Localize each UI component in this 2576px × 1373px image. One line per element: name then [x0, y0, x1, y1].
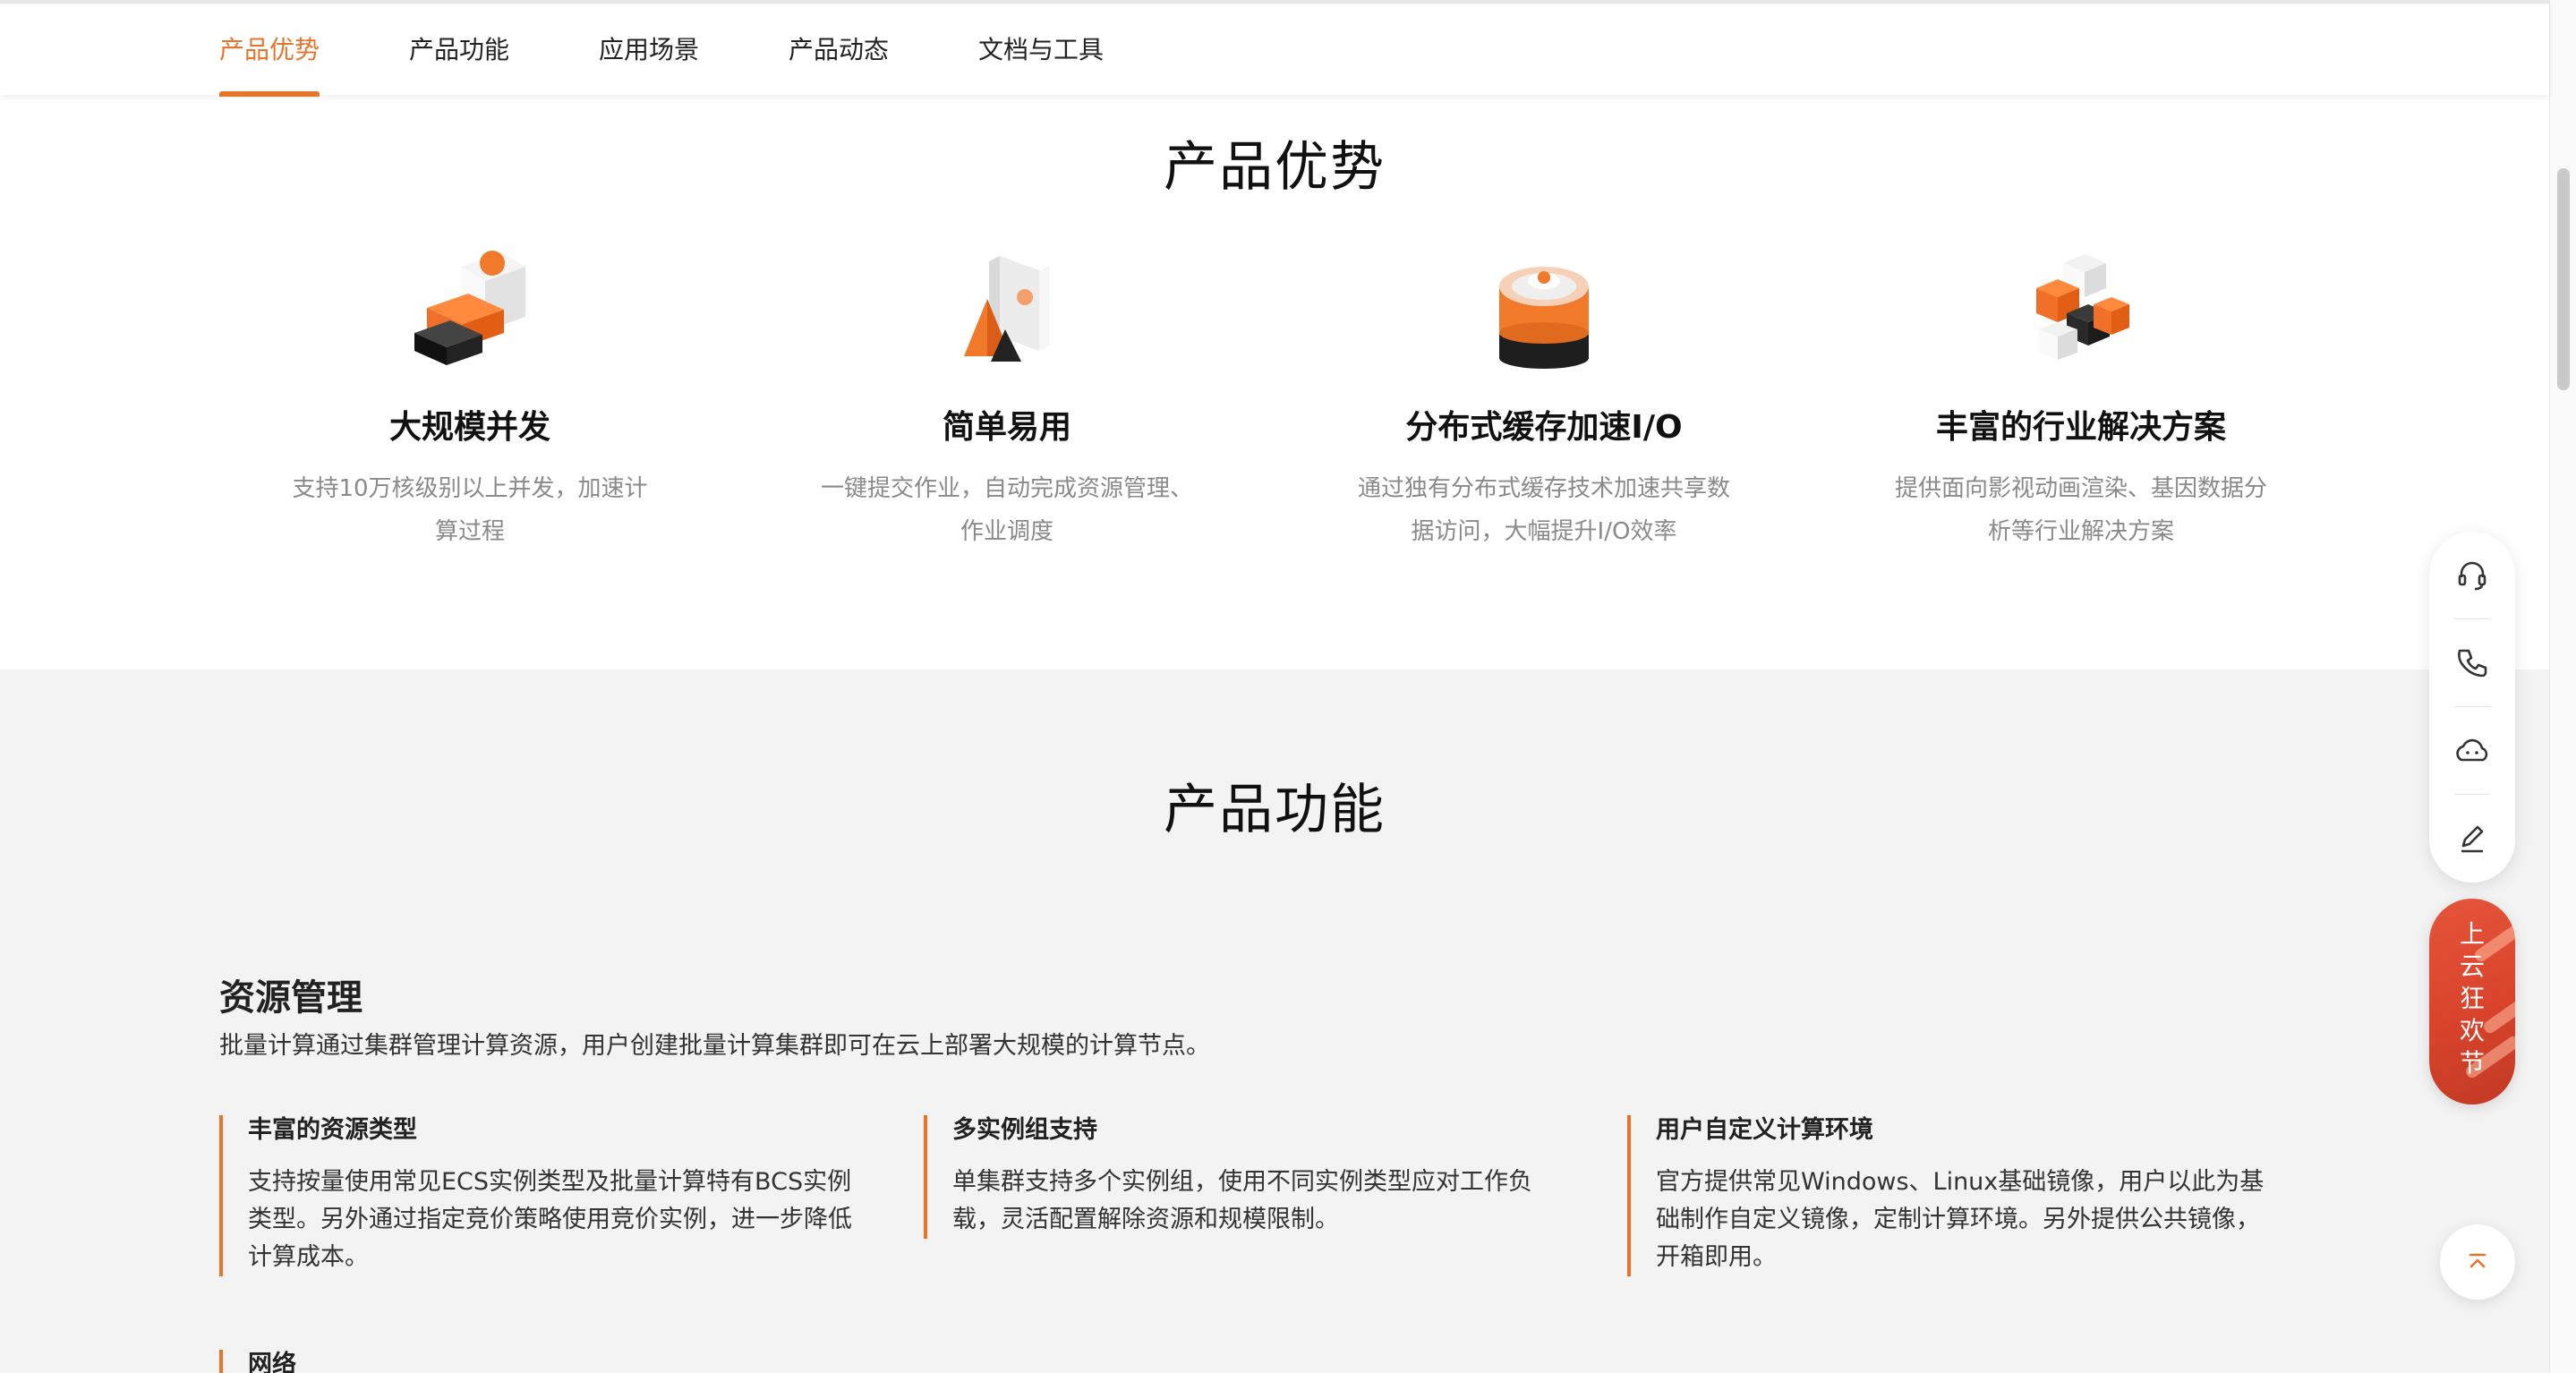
- feature-title: 用户自定义计算环境: [1656, 1116, 1873, 1144]
- tab-product-functions[interactable]: 产品功能: [409, 4, 509, 95]
- advantages-title: 产品优势: [1164, 136, 1386, 199]
- cubes-cluster-icon: [2036, 254, 2129, 360]
- advantage-card: 分布式缓存加速I/O 通过独有分布式缓存技术加速共享数据访问，大幅提升I/O效率: [1334, 247, 1754, 553]
- headset-icon: [2458, 561, 2486, 591]
- tab-product-news[interactable]: 产品动态: [789, 4, 889, 95]
- advantage-card: 丰富的行业解决方案 提供面向影视动画渲染、基因数据分析等行业解决方案: [1871, 247, 2291, 553]
- functions-section: 产品功能 资源管理 批量计算通过集群管理计算资源，用户创建批量计算集群即可在云上…: [0, 669, 2549, 1373]
- phone-button[interactable]: [2429, 619, 2515, 707]
- feature-card: 多实例组支持 单集群支持多个实例组，使用不同实例类型应对工作负载，灵活配置解除资…: [924, 1115, 1568, 1239]
- page-scrollbar[interactable]: [2549, 0, 2576, 1373]
- feature-card: 用户自定义计算环境 官方提供常见Windows、Linux基础镜像，用户以此为基…: [1627, 1115, 2272, 1276]
- feature-card-network: 网络: [219, 1350, 296, 1373]
- advantage-desc: 提供面向影视动画渲染、基因数据分析等行业解决方案: [1894, 475, 2267, 545]
- feature-title: 丰富的资源类型: [248, 1116, 417, 1144]
- back-to-top-icon: [2469, 1253, 2486, 1268]
- group-desc: 批量计算通过集群管理计算资源，用户创建批量计算集群即可在云上部署大规模的计算节点…: [219, 1032, 1210, 1060]
- feature-text: 官方提供常见Windows、Linux基础镜像，用户以此为基础制作自定义镜像，定…: [1656, 1168, 2265, 1271]
- phone-icon: [2458, 649, 2487, 678]
- scrollbar-thumb[interactable]: [2557, 168, 2570, 390]
- feature-title: 多实例组支持: [952, 1116, 1097, 1144]
- promo-char: 上: [2459, 919, 2485, 949]
- tab-product-advantages[interactable]: 产品优势: [219, 4, 320, 97]
- feature-card: 丰富的资源类型 支持按量使用常见ECS实例类型及批量计算特有BCS实例类型。另外…: [219, 1115, 864, 1276]
- group-title: 资源管理: [219, 977, 363, 1019]
- promo-char: 狂: [2459, 984, 2485, 1013]
- advantage-card: 简单易用 一键提交作业，自动完成资源管理、作业调度: [797, 247, 1217, 553]
- customer-service-button[interactable]: [2429, 532, 2515, 619]
- functions-title: 产品功能: [1164, 779, 1386, 841]
- product-nav-bar: 产品优势 产品功能 应用场景 产品动态 文档与工具: [0, 0, 2549, 97]
- promo-char: 欢: [2459, 1016, 2485, 1045]
- cone-panel-icon: [964, 256, 1050, 362]
- advantage-desc: 通过独有分布式缓存技术加速共享数据访问，大幅提升I/O效率: [1357, 475, 1730, 545]
- advantage-name: 丰富的行业解决方案: [1935, 409, 2226, 446]
- promo-cloud-festival-button[interactable]: 上 云 狂 欢 节: [2429, 899, 2515, 1104]
- advantage-name: 大规模并发: [388, 409, 550, 446]
- tab-use-cases[interactable]: 应用场景: [599, 4, 699, 95]
- feature-text: 支持按量使用常见ECS实例类型及批量计算特有BCS实例类型。另外通过指定竞价策略…: [248, 1168, 852, 1271]
- feature-text: 单集群支持多个实例组，使用不同实例类型应对工作负载，灵活配置解除资源和规模限制。: [952, 1168, 1532, 1233]
- promo-char: 节: [2459, 1048, 2485, 1078]
- blocks-sphere-icon: [414, 251, 525, 365]
- advantages-section: 产品优势 大规模并发 支持10万核级别以上并发，加速计算过程 简单易用 一键提交…: [0, 95, 2549, 669]
- cylinder-cache-icon: [1499, 267, 1589, 369]
- tab-docs-tools[interactable]: 文档与工具: [978, 4, 1104, 95]
- floating-service-panel: [2429, 532, 2515, 883]
- advantage-desc: 支持10万核级别以上并发，加速计算过程: [292, 475, 648, 545]
- cloud-bot-icon: [2456, 738, 2488, 762]
- promo-text: 上 云 狂 欢 节: [2429, 918, 2515, 1079]
- advantage-name: 分布式缓存加速I/O: [1405, 409, 1683, 446]
- edit-icon: [2461, 825, 2484, 853]
- chatbot-button[interactable]: [2429, 707, 2515, 795]
- advantage-card: 大规模并发 支持10万核级别以上并发，加速计算过程: [260, 247, 680, 553]
- back-to-top-button[interactable]: [2440, 1224, 2515, 1300]
- advantage-name: 简单易用: [942, 409, 1071, 446]
- advantage-desc: 一键提交作业，自动完成资源管理、作业调度: [820, 475, 1193, 545]
- promo-char: 云: [2459, 951, 2485, 981]
- feedback-button[interactable]: [2429, 795, 2515, 883]
